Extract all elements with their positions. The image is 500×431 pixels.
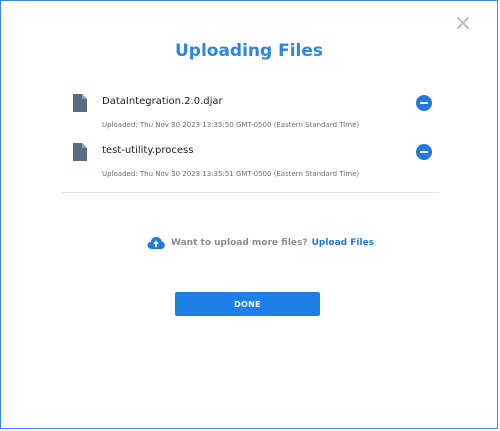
file-upload-time: Uploaded: Thu Nov 30 2023 13:35:51 GMT-0…	[102, 170, 360, 178]
upload-more-prompt: Want to upload more files? Upload Files	[147, 235, 374, 251]
file-name: DataIntegration.2.0.djar	[102, 96, 223, 107]
remove-file-button[interactable]	[416, 95, 432, 111]
divider	[61, 192, 439, 193]
upload-files-link[interactable]: Upload Files	[312, 238, 374, 248]
file-name: test-utility.process	[102, 145, 194, 156]
done-button[interactable]: DONE	[175, 292, 320, 316]
upload-dialog: Uploading Files DataIntegration.2.0.djar…	[0, 0, 498, 429]
upload-more-text: Want to upload more files?	[171, 238, 308, 248]
remove-file-button[interactable]	[416, 144, 432, 160]
file-upload-time: Uploaded: Thu Nov 30 2023 13:35:50 GMT-0…	[102, 121, 360, 129]
dialog-title: Uploading Files	[174, 41, 324, 61]
file-icon	[73, 94, 87, 112]
cloud-upload-icon	[147, 237, 165, 249]
file-icon	[73, 143, 87, 161]
close-icon[interactable]	[455, 15, 471, 31]
